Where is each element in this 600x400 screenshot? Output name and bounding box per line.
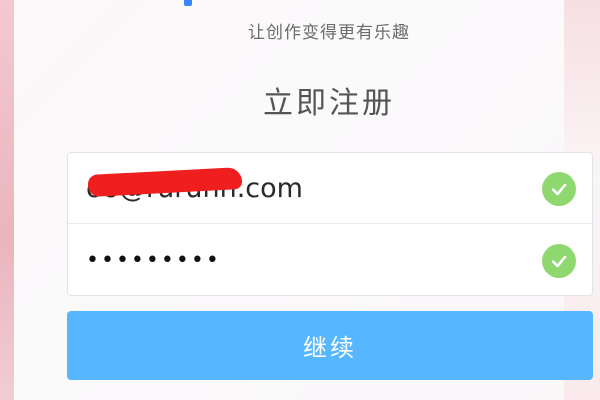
continue-button[interactable]: 继续 <box>67 311 593 380</box>
background-left-strip <box>0 0 14 400</box>
page-title: 立即注册 <box>263 86 395 121</box>
check-circle-icon <box>542 244 576 278</box>
password-field[interactable]: ••••••••• <box>86 248 526 273</box>
signup-form: oo@ruruhh.com ••••••••• <box>67 152 593 296</box>
email-field-row: oo@ruruhh.com <box>68 153 592 224</box>
tagline: 让创作变得更有乐趣 <box>248 23 410 43</box>
password-field-row: ••••••••• <box>68 225 592 296</box>
logo-accent <box>184 0 192 6</box>
check-circle-icon <box>542 172 576 206</box>
